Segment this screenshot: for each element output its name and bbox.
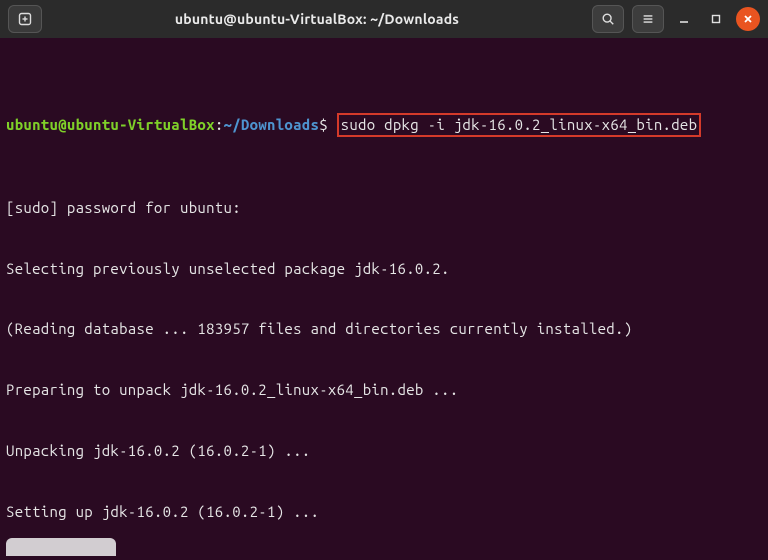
- window-titlebar: ubuntu@ubuntu-VirtualBox: ~/Downloads: [0, 0, 768, 38]
- close-icon: [742, 13, 754, 25]
- bottom-popup-fragment: [6, 538, 116, 556]
- titlebar-right-group: [592, 5, 760, 33]
- terminal-viewport[interactable]: ubuntu@ubuntu-VirtualBox:~/Downloads$ su…: [0, 38, 768, 560]
- titlebar-left-group: [8, 5, 42, 33]
- hamburger-icon: [641, 12, 655, 26]
- prompt-sep: :: [215, 116, 224, 133]
- command-text: sudo dpkg -i jdk-16.0.2_linux-x64_bin.de…: [341, 116, 698, 133]
- output-line: [sudo] password for ubuntu:: [6, 198, 762, 218]
- new-tab-icon: [17, 11, 33, 27]
- output-line: Setting up jdk-16.0.2 (16.0.2-1) ...: [6, 502, 762, 522]
- window-title: ubuntu@ubuntu-VirtualBox: ~/Downloads: [42, 11, 592, 27]
- search-icon: [601, 12, 615, 26]
- output-line: (Reading database ... 183957 files and d…: [6, 319, 762, 339]
- close-button[interactable]: [736, 7, 760, 31]
- prompt-line-1: ubuntu@ubuntu-VirtualBox:~/Downloads$ su…: [6, 115, 762, 137]
- hamburger-menu-button[interactable]: [632, 5, 664, 33]
- minimize-icon: [678, 13, 690, 25]
- new-tab-button[interactable]: [8, 5, 42, 33]
- prompt-userhost: ubuntu@ubuntu-VirtualBox: [6, 116, 215, 133]
- search-button[interactable]: [592, 5, 624, 33]
- output-line: Preparing to unpack jdk-16.0.2_linux-x64…: [6, 380, 762, 400]
- prompt-path: ~/Downloads: [224, 116, 320, 133]
- minimize-button[interactable]: [672, 7, 696, 31]
- prompt-symbol: $: [319, 116, 328, 133]
- maximize-icon: [710, 13, 722, 25]
- output-line: Unpacking jdk-16.0.2 (16.0.2-1) ...: [6, 441, 762, 461]
- output-line: Selecting previously unselected package …: [6, 259, 762, 279]
- highlighted-command: sudo dpkg -i jdk-16.0.2_linux-x64_bin.de…: [337, 113, 702, 137]
- maximize-button[interactable]: [704, 7, 728, 31]
